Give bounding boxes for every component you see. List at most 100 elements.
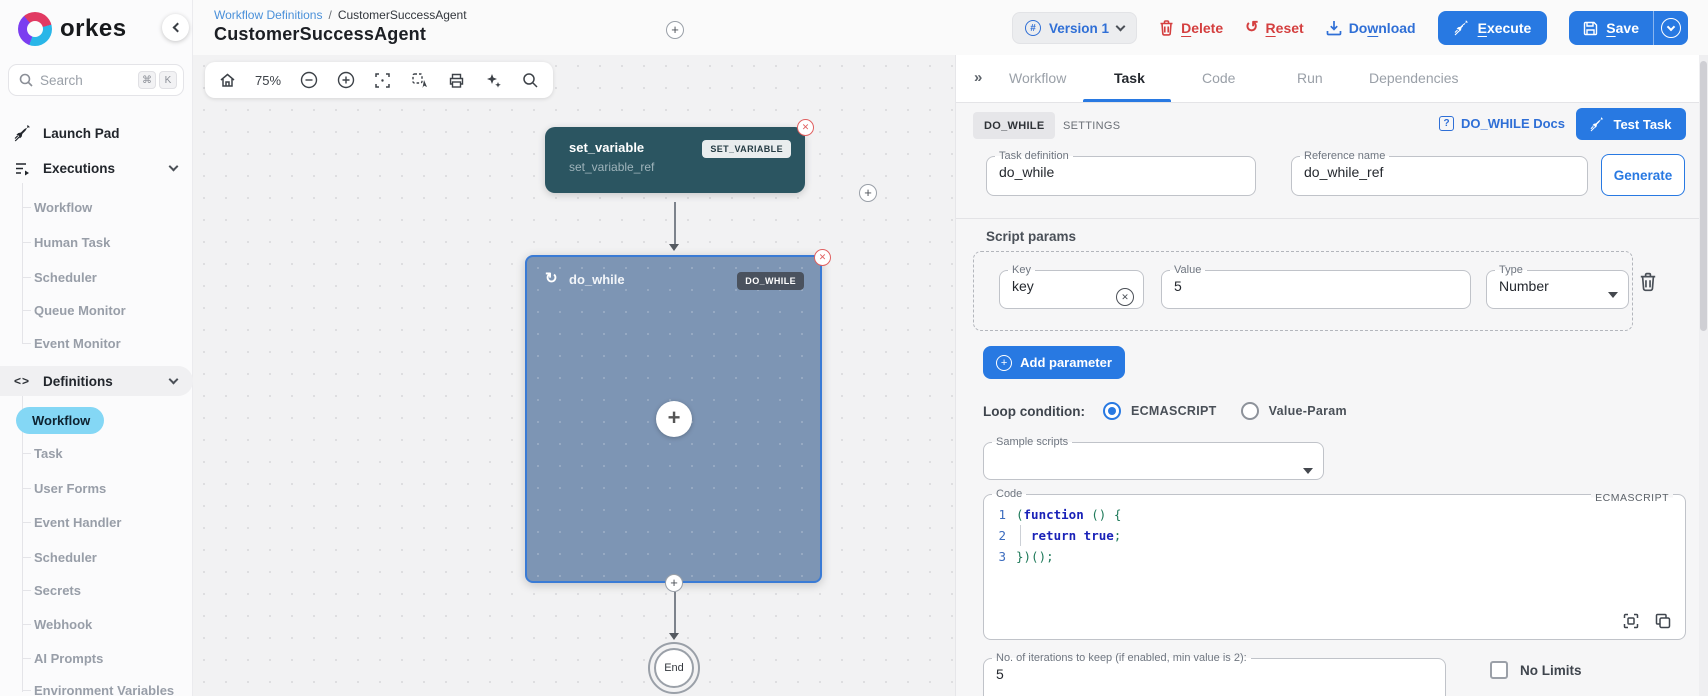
param-type-label: Type — [1499, 264, 1523, 276]
clear-key-icon[interactable]: ✕ — [1116, 288, 1134, 306]
param-value-value[interactable]: 5 — [1162, 276, 1470, 300]
task-definition-value[interactable]: do_while — [987, 162, 1255, 186]
canvas-toolbar: 75% — [205, 62, 553, 98]
execute-button[interactable]: Execute — [1437, 11, 1548, 45]
sidebar-item-definitions[interactable]: <> Definitions — [0, 366, 193, 396]
param-key-field[interactable]: Key key ✕ — [999, 264, 1144, 309]
node-end[interactable]: End — [648, 642, 700, 694]
search-input[interactable] — [40, 72, 135, 88]
param-type-select[interactable]: Type Number — [1486, 264, 1629, 309]
zoom-in-button[interactable] — [327, 62, 364, 98]
no-limits-checkbox[interactable] — [1490, 661, 1508, 679]
doc-help-icon: ? — [1439, 116, 1454, 131]
canvas-search-button[interactable] — [512, 62, 549, 98]
test-task-button[interactable]: Test Task — [1576, 108, 1686, 140]
do-while-docs-link[interactable]: ? DO_WHILE Docs — [1439, 116, 1565, 131]
tab-dependencies[interactable]: Dependencies — [1369, 70, 1459, 86]
panel-scrollbar[interactable] — [1699, 55, 1708, 696]
code-language-label: ECMASCRIPT — [1591, 492, 1673, 504]
node-set-variable[interactable]: set_variable set_variable_ref SET_VARIAB… — [545, 127, 805, 193]
connector-arrowhead — [669, 244, 679, 251]
sidebar-subitem-environment-variables[interactable]: Environment Variables — [34, 683, 174, 696]
sidebar-subitem-task[interactable]: Task — [34, 446, 63, 461]
sidebar-item-executions[interactable]: Executions — [0, 153, 193, 183]
sidebar-subitem-user-forms[interactable]: User Forms — [34, 481, 106, 496]
chevron-down-icon[interactable] — [168, 374, 179, 385]
download-button[interactable]: Download — [1326, 20, 1416, 36]
value-param-radio[interactable] — [1240, 402, 1259, 420]
fit-view-button[interactable] — [364, 62, 401, 98]
sidebar-subitem-ai-prompts[interactable]: AI Prompts — [34, 651, 103, 666]
breadcrumb-workflow-definitions-link[interactable]: Workflow Definitions — [214, 8, 322, 22]
sidebar-subitem-human-task[interactable]: Human Task — [34, 235, 110, 250]
remove-do-while-button[interactable]: ✕ — [814, 249, 831, 266]
subtab-settings[interactable]: SETTINGS — [1052, 112, 1131, 139]
chevron-down-icon[interactable] — [1608, 292, 1618, 298]
sidebar-subitem-executions-workflow[interactable]: Workflow — [34, 200, 92, 215]
ecmascript-radio-label[interactable]: ECMASCRIPT — [1131, 404, 1217, 418]
version-icon: # — [1025, 20, 1042, 36]
reference-name-value[interactable]: do_while_ref — [1292, 162, 1587, 186]
sidebar-subitem-definitions-workflow-selected[interactable]: Workflow — [16, 407, 104, 434]
tab-run[interactable]: Run — [1297, 70, 1323, 86]
sidebar-subitem-scheduler-def[interactable]: Scheduler — [34, 550, 97, 565]
version-selector[interactable]: # Version 1 — [1012, 12, 1138, 44]
fit-home-button[interactable] — [209, 62, 246, 98]
panel-collapse-icon[interactable]: » — [974, 69, 982, 86]
iterations-field[interactable]: No. of iterations to keep (if enabled, m… — [983, 652, 1446, 696]
task-definition-field[interactable]: Task definition do_while — [986, 150, 1256, 196]
code-editor[interactable]: Code ECMASCRIPT 1 (function () { 2 retur… — [983, 488, 1686, 640]
delete-button[interactable]: Delete — [1159, 20, 1223, 36]
chevron-down-icon[interactable] — [168, 161, 179, 172]
rocket-icon — [1454, 20, 1468, 36]
sidebar-subitem-event-monitor[interactable]: Event Monitor — [34, 336, 121, 351]
save-options-button[interactable] — [1654, 11, 1688, 45]
add-task-connector-button[interactable]: + — [666, 21, 684, 39]
save-button-group: Save — [1569, 11, 1688, 45]
add-task-connector-button[interactable]: + — [859, 184, 877, 202]
remove-set-variable-button[interactable]: ✕ — [797, 119, 814, 136]
value-param-radio-label[interactable]: Value-Param — [1269, 404, 1347, 418]
sidebar-subitem-scheduler[interactable]: Scheduler — [34, 270, 97, 285]
tab-task[interactable]: Task — [1114, 70, 1145, 86]
rocket-icon — [1591, 116, 1604, 131]
sidebar-collapse-button[interactable] — [162, 14, 189, 41]
add-parameter-label: Add parameter — [1020, 355, 1112, 370]
node-reference: set_variable_ref — [569, 160, 655, 174]
zoom-level: 75% — [254, 72, 282, 88]
workflow-canvas[interactable]: 75% set_variable set_variable_ref SET_VA… — [193, 55, 955, 696]
no-limits-label[interactable]: No Limits — [1520, 663, 1582, 678]
copy-code-icon[interactable] — [1655, 613, 1671, 629]
connector-arrowhead — [669, 633, 679, 640]
add-task-inside-loop-button[interactable]: + — [656, 401, 692, 437]
sidebar-subitem-event-handler[interactable]: Event Handler — [34, 515, 121, 530]
sidebar-subitem-webhook[interactable]: Webhook — [34, 617, 92, 632]
tab-code[interactable]: Code — [1202, 70, 1235, 86]
subtab-do-while[interactable]: DO_WHILE — [973, 112, 1056, 139]
sample-scripts-select[interactable]: Sample scripts — [983, 436, 1324, 480]
save-button[interactable]: Save — [1569, 11, 1654, 45]
sidebar-subitem-secrets[interactable]: Secrets — [34, 583, 81, 598]
add-task-connector-button[interactable]: + — [665, 574, 683, 592]
ecmascript-radio[interactable] — [1102, 402, 1121, 420]
copy-selection-button[interactable] — [401, 62, 438, 98]
zoom-out-button[interactable] — [290, 62, 327, 98]
sidebar-subitem-queue-monitor[interactable]: Queue Monitor — [34, 303, 126, 318]
scrollbar-thumb[interactable] — [1700, 61, 1707, 331]
sidebar-item-launch-pad[interactable]: Launch Pad — [0, 118, 193, 148]
iterations-value[interactable]: 5 — [984, 664, 1445, 688]
print-button[interactable] — [438, 62, 475, 98]
chevron-down-icon[interactable] — [1303, 468, 1313, 474]
reference-name-field[interactable]: Reference name do_while_ref — [1291, 150, 1588, 196]
auto-arrange-button[interactable] — [475, 62, 512, 98]
param-value-field[interactable]: Value 5 — [1161, 264, 1471, 309]
reset-button[interactable]: ↺ Reset — [1245, 20, 1304, 37]
copy-dashed-icon — [412, 72, 427, 88]
delete-parameter-button[interactable] — [1639, 272, 1661, 296]
add-parameter-button[interactable]: + Add parameter — [983, 346, 1125, 379]
param-type-value[interactable]: Number — [1487, 276, 1628, 300]
test-task-label: Test Task — [1613, 116, 1672, 132]
expand-editor-icon[interactable] — [1623, 613, 1639, 629]
generate-button[interactable]: Generate — [1601, 154, 1685, 196]
tab-workflow[interactable]: Workflow — [1009, 70, 1066, 86]
